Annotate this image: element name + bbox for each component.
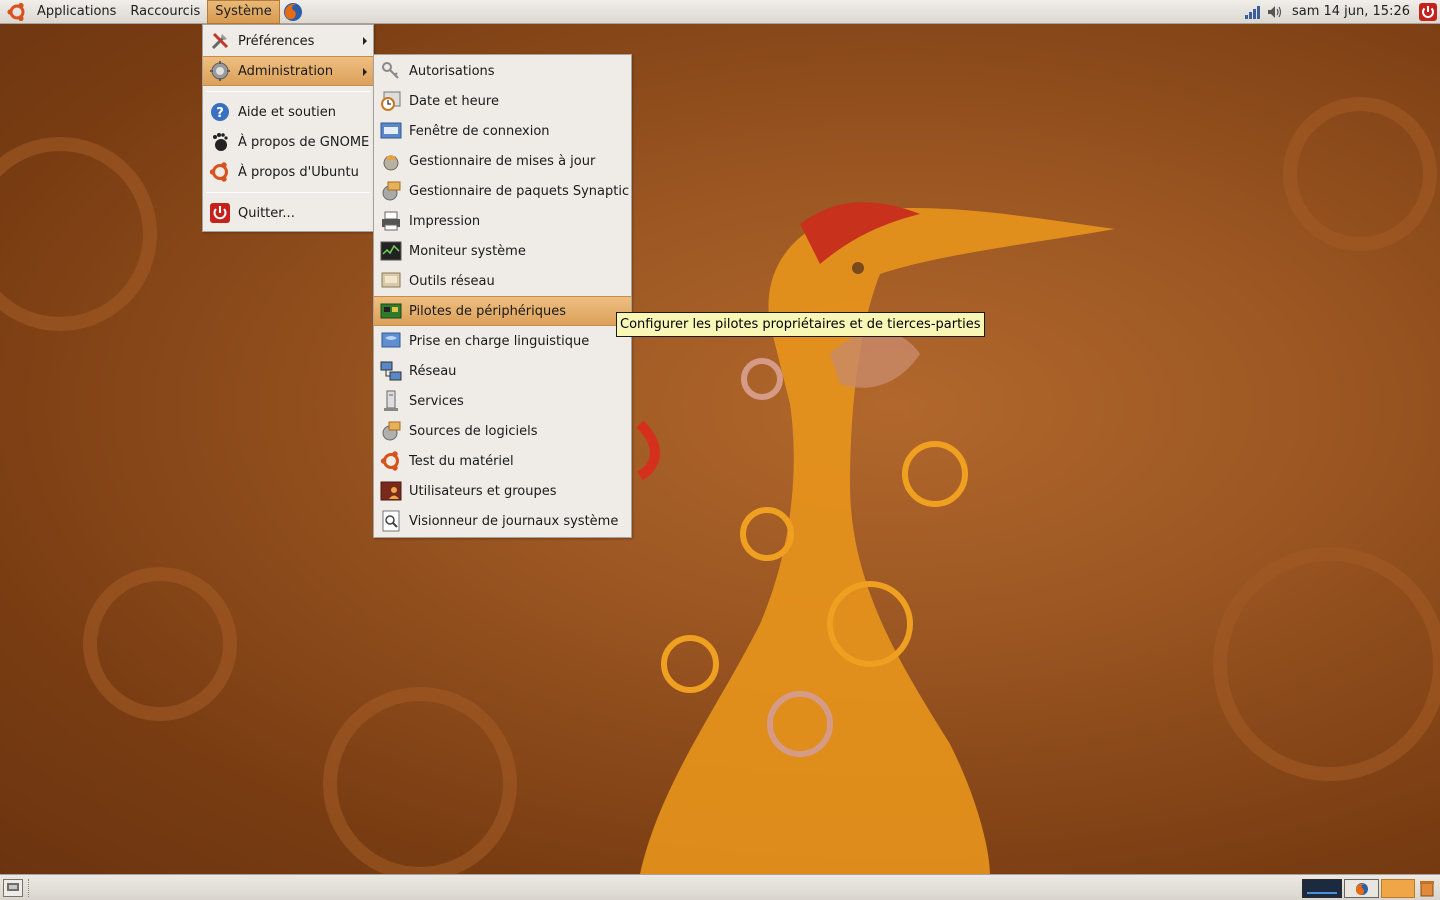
clock-icon: [381, 91, 401, 111]
menu-item-label: Impression: [409, 213, 481, 229]
gnome-foot-icon: [213, 133, 228, 151]
system-monitor-icon: [380, 241, 402, 261]
menu-item-label: À propos d'Ubuntu: [238, 164, 359, 180]
menu-item-mises-a-jour[interactable]: Gestionnaire de mises à jour: [374, 146, 631, 176]
menu-item-services[interactable]: Services: [374, 386, 631, 416]
show-desktop-icon[interactable]: [3, 879, 23, 897]
menu-item-outils-reseau[interactable]: Outils réseau: [374, 266, 631, 296]
system-dropdown-menu: Préférences Administration ? Aide et sou…: [202, 24, 374, 232]
places-menu[interactable]: Raccourcis: [123, 0, 207, 24]
main-menu-bar: Applications Raccourcis Système: [0, 0, 306, 24]
administration-submenu: Autorisations Date et heure Fenêtre de c…: [373, 54, 632, 538]
menu-item-preferences[interactable]: Préférences: [203, 26, 373, 56]
menu-item-moniteur-systeme[interactable]: Moniteur système: [374, 236, 631, 266]
menu-item-about-ubuntu[interactable]: À propos d'Ubuntu: [203, 157, 373, 187]
network-icon: [380, 361, 402, 381]
menu-item-label: Fenêtre de connexion: [409, 123, 550, 139]
menu-item-label: Gestionnaire de mises à jour: [409, 153, 596, 169]
workspace-3[interactable]: [1381, 879, 1415, 898]
menu-item-label: Prise en charge linguistique: [409, 333, 590, 349]
users-groups-icon: [380, 481, 402, 501]
power-icon: [210, 203, 230, 223]
system-menu[interactable]: Système: [207, 0, 280, 24]
bottom-panel: [0, 874, 1440, 900]
update-manager-icon: [383, 155, 399, 171]
volume-icon[interactable]: [1264, 0, 1286, 24]
preferences-icon: [211, 32, 229, 50]
menu-item-administration[interactable]: Administration: [203, 56, 373, 86]
menu-item-label: Moniteur système: [409, 243, 526, 259]
menu-item-date-heure[interactable]: Date et heure: [374, 86, 631, 116]
menu-item-label: Préférences: [238, 33, 315, 49]
network-tools-icon: [381, 272, 401, 288]
menu-item-pilotes-peripheriques[interactable]: Pilotes de périphériques: [374, 296, 631, 326]
menu-item-label: Sources de logiciels: [409, 423, 538, 439]
top-panel: Applications Raccourcis Système sam 14 j…: [0, 0, 1440, 24]
keys-icon: [382, 62, 399, 79]
hardware-drivers-icon: [380, 303, 402, 319]
login-window-icon: [380, 122, 402, 139]
menu-item-prise-charge-linguistique[interactable]: Prise en charge linguistique: [374, 326, 631, 356]
menu-item-label: Autorisations: [409, 63, 495, 79]
tooltip: Configurer les pilotes propriétaires et …: [616, 312, 985, 337]
menu-item-fenetre-connexion[interactable]: Fenêtre de connexion: [374, 116, 631, 146]
menu-item-about-gnome[interactable]: À propos de GNOME: [203, 127, 373, 157]
menu-separator: [206, 192, 370, 193]
log-viewer-icon: [382, 510, 400, 532]
language-flag-icon: [381, 332, 401, 348]
menu-item-synaptic[interactable]: Gestionnaire de paquets Synaptic: [374, 176, 631, 206]
notification-area: sam 14 jun, 15:26: [1242, 0, 1440, 24]
firefox-launcher-icon[interactable]: [280, 0, 306, 24]
hardware-test-icon: [380, 451, 399, 471]
printer-icon: [382, 211, 400, 231]
menu-item-quit[interactable]: Quitter...: [203, 198, 373, 228]
menu-item-help[interactable]: ? Aide et soutien: [203, 97, 373, 127]
menu-item-label: Réseau: [409, 363, 457, 379]
menu-item-label: Pilotes de périphériques: [409, 303, 567, 319]
ubuntu-logo-icon[interactable]: [4, 0, 30, 24]
applications-menu[interactable]: Applications: [30, 0, 123, 24]
menu-separator: [206, 91, 370, 92]
clock[interactable]: sam 14 jun, 15:26: [1286, 4, 1416, 19]
help-icon: ?: [211, 103, 229, 121]
menu-item-label: Quitter...: [238, 205, 295, 221]
workspace-2[interactable]: [1344, 879, 1379, 898]
menu-item-reseau[interactable]: Réseau: [374, 356, 631, 386]
menu-item-label: Gestionnaire de paquets Synaptic: [409, 183, 630, 199]
menu-item-impression[interactable]: Impression: [374, 206, 631, 236]
menu-item-label: Test du matériel: [409, 453, 514, 469]
network-signal-icon[interactable]: [1242, 0, 1264, 24]
trash-icon[interactable]: [1417, 878, 1437, 898]
menu-item-test-materiel[interactable]: Test du matériel: [374, 446, 631, 476]
services-icon: [384, 390, 398, 411]
menu-item-label: Outils réseau: [409, 273, 495, 289]
menu-item-journaux-systeme[interactable]: Visionneur de journaux système: [374, 506, 631, 536]
menu-item-utilisateurs-groupes[interactable]: Utilisateurs et groupes: [374, 476, 631, 506]
software-sources-icon: [382, 421, 401, 441]
menu-item-label: Utilisateurs et groupes: [409, 483, 557, 499]
workspace-switcher[interactable]: [1302, 879, 1434, 898]
logout-power-icon[interactable]: [1416, 0, 1440, 24]
menu-item-label: Visionneur de journaux système: [409, 513, 619, 529]
menu-item-label: Aide et soutien: [238, 104, 337, 120]
workspace-1[interactable]: [1302, 879, 1342, 898]
menu-item-label: Services: [409, 393, 464, 409]
panel-handle[interactable]: [28, 879, 31, 897]
menu-item-label: À propos de GNOME: [238, 134, 370, 150]
menu-item-label: Date et heure: [409, 93, 499, 109]
administration-gear-icon: [210, 61, 230, 81]
menu-item-autorisations[interactable]: Autorisations: [374, 56, 631, 86]
ubuntu-logo-icon: [209, 162, 228, 182]
submenu-arrow-icon: [363, 68, 367, 76]
menu-item-sources-logiciels[interactable]: Sources de logiciels: [374, 416, 631, 446]
svg-text:?: ?: [216, 106, 224, 121]
submenu-arrow-icon: [363, 37, 367, 45]
synaptic-icon: [382, 181, 401, 201]
menu-item-label: Administration: [238, 63, 334, 79]
firefox-window-icon: [1355, 882, 1368, 895]
